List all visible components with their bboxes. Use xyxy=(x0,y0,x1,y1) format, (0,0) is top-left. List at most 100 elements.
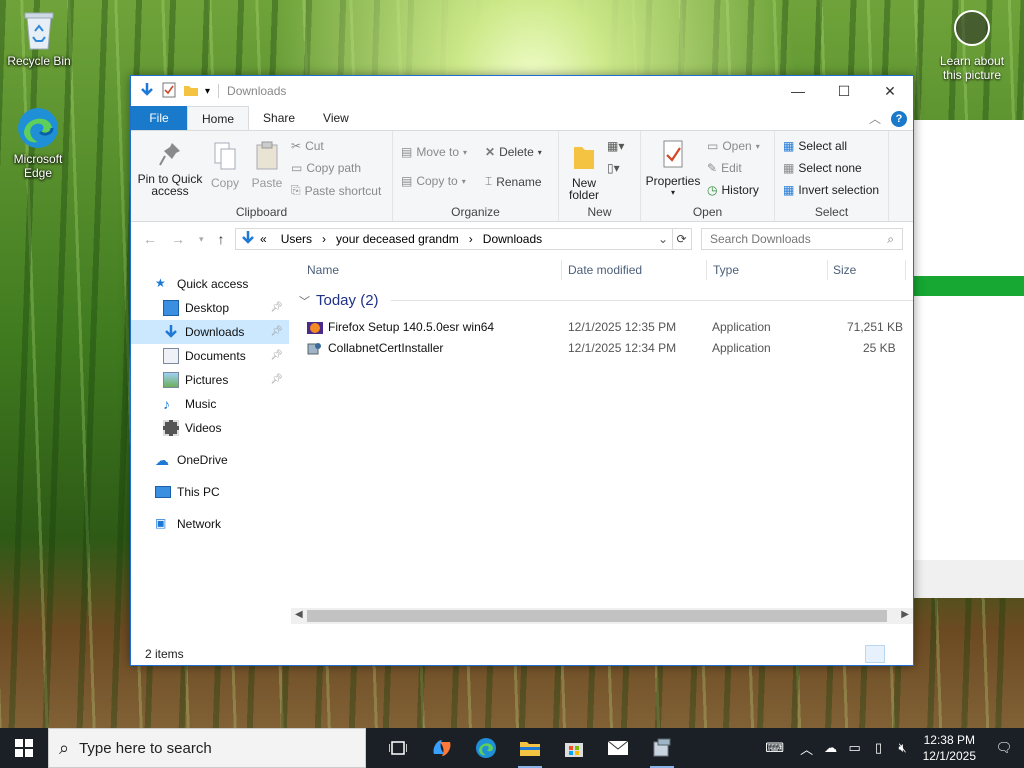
taskbar-search[interactable]: ⌕ Type here to search xyxy=(48,728,366,768)
new-item-button[interactable]: ▦▾ xyxy=(607,139,624,153)
open-group-label: Open xyxy=(692,205,723,219)
task-view-icon[interactable] xyxy=(376,728,420,768)
tab-share[interactable]: Share xyxy=(249,106,309,130)
close-icon[interactable]: ✕ xyxy=(867,76,913,106)
nav-videos[interactable]: Videos xyxy=(131,416,289,440)
file-explorer-window[interactable]: ▾ Downloads — ☐ ✕ File Home Share View ︿… xyxy=(130,75,914,666)
recycle-bin-desktop-icon[interactable]: Recycle Bin xyxy=(3,8,75,68)
tab-home[interactable]: Home xyxy=(187,106,250,130)
nav-onedrive[interactable]: ☁ OneDrive xyxy=(131,448,289,472)
search-box[interactable]: Search Downloads ⌕ xyxy=(701,228,903,250)
qat-dropdown-icon[interactable]: ▾ xyxy=(205,86,210,97)
copy-path-button[interactable]: ▭ Copy path xyxy=(291,161,361,175)
select-all-icon: ▦ xyxy=(783,139,795,153)
delete-button[interactable]: ✕ Delete ▾ xyxy=(485,145,542,159)
network-tray-icon[interactable]: ▯ xyxy=(867,740,891,756)
horizontal-scrollbar[interactable]: ◀ ▶ xyxy=(291,608,913,624)
invert-selection-button[interactable]: ▦ Invert selection xyxy=(783,183,879,197)
column-size[interactable]: Size xyxy=(833,263,856,277)
scroll-right-icon[interactable]: ▶ xyxy=(901,609,909,620)
copilot-icon[interactable] xyxy=(420,728,464,768)
show-hidden-icons-icon[interactable]: ︿ xyxy=(795,739,819,758)
edit-button[interactable]: ✎ Edit xyxy=(707,161,742,175)
edge-desktop-icon[interactable]: Microsoft Edge xyxy=(2,106,74,180)
column-date-modified[interactable]: Date modified xyxy=(568,263,642,277)
new-folder-qat-icon[interactable] xyxy=(183,82,199,101)
select-all-button[interactable]: ▦ Select all xyxy=(783,139,847,153)
paste-label: Paste xyxy=(251,176,283,190)
paste-button[interactable]: Paste xyxy=(247,141,287,189)
group-header-today[interactable]: ﹀ Today (2) xyxy=(299,292,913,309)
nav-network[interactable]: ▣ Network xyxy=(131,512,289,536)
file-explorer-taskbar-icon[interactable] xyxy=(508,728,552,768)
select-none-button[interactable]: ▦ Select none xyxy=(783,161,862,175)
copy-button[interactable]: Copy xyxy=(205,141,245,189)
tab-file[interactable]: File xyxy=(131,106,187,130)
breadcrumb-downloads[interactable]: Downloads xyxy=(483,232,542,246)
cut-button[interactable]: ✂ Cut xyxy=(291,139,324,153)
pin-quick-access-button[interactable]: Pin to Quick access xyxy=(137,141,203,197)
breadcrumb-users[interactable]: Users xyxy=(281,232,312,246)
nav-documents[interactable]: Documents 📌︎ xyxy=(131,344,289,368)
properties-dropdown-icon: ▾ xyxy=(670,188,675,197)
copy-to-button[interactable]: ▤ Copy to ▾ xyxy=(401,174,466,188)
volume-muted-icon[interactable]: 🔇︎ xyxy=(891,740,915,756)
rename-button[interactable]: ⌶ Rename xyxy=(485,174,542,189)
paste-shortcut-button[interactable]: ⎘ Paste shortcut xyxy=(291,183,381,198)
nav-desktop[interactable]: Desktop 📌︎ xyxy=(131,296,289,320)
address-bar[interactable]: « Users › your deceased grandm › Downloa… xyxy=(235,228,673,250)
desktop-folder-icon xyxy=(163,300,179,316)
recent-dropdown-icon[interactable]: ▾ xyxy=(199,234,204,247)
nav-downloads[interactable]: Downloads 📌︎ xyxy=(131,320,289,344)
file-row[interactable]: CollabnetCertInstaller 12/1/2025 12:34 P… xyxy=(307,338,907,359)
history-button[interactable]: ◷ History xyxy=(707,183,759,197)
scrollbar-thumb[interactable] xyxy=(307,610,887,622)
start-button[interactable] xyxy=(0,728,48,768)
properties-qat-icon[interactable] xyxy=(161,82,177,101)
meet-now-icon[interactable]: ▭ xyxy=(843,740,867,756)
breadcrumb-overflow[interactable]: « xyxy=(260,232,267,246)
details-view-icon[interactable] xyxy=(865,645,885,663)
tab-view[interactable]: View xyxy=(309,106,363,130)
back-arrow-icon[interactable]: ← xyxy=(143,231,157,247)
onedrive-tray-icon[interactable]: ☁ xyxy=(819,740,843,756)
nav-music[interactable]: ♪ Music xyxy=(131,392,289,416)
nav-this-pc[interactable]: This PC xyxy=(131,480,289,504)
open-button[interactable]: ▭ Open ▾ xyxy=(707,139,760,153)
refresh-icon[interactable]: ⟳ xyxy=(672,228,692,250)
help-icon[interactable]: ? xyxy=(891,110,907,127)
properties-button[interactable]: Properties ▾ xyxy=(645,139,701,199)
move-to-icon: ▤ xyxy=(401,145,413,159)
title-bar[interactable]: ▾ Downloads — ☐ ✕ xyxy=(131,76,913,106)
easy-access-button[interactable]: ▯▾ xyxy=(607,161,620,175)
breadcrumb-user-folder[interactable]: your deceased grandm xyxy=(336,232,459,246)
minimize-icon[interactable]: — xyxy=(775,76,821,106)
notifications-icon[interactable]: 🗨︎ xyxy=(984,740,1024,756)
file-row[interactable]: Firefox Setup 140.5.0esr win64 12/1/2025… xyxy=(307,317,907,338)
learn-about-picture[interactable]: Learn about this picture xyxy=(932,10,1012,82)
up-arrow-icon[interactable]: ↑ xyxy=(218,231,225,247)
window-title: Downloads xyxy=(218,84,286,98)
column-name[interactable]: Name xyxy=(307,263,339,277)
move-to-button[interactable]: ▤ Move to ▾ xyxy=(401,145,467,159)
address-dropdown-icon[interactable]: ⌄ xyxy=(658,232,668,246)
large-icons-view-icon[interactable] xyxy=(887,645,907,663)
microsoft-store-icon[interactable] xyxy=(552,728,596,768)
keyboard-icon[interactable]: ⌨ xyxy=(755,740,795,756)
forward-arrow-icon[interactable]: → xyxy=(171,231,185,247)
nav-quick-access[interactable]: ★ Quick access xyxy=(131,272,289,296)
nav-desktop-label: Desktop xyxy=(185,301,230,315)
new-folder-button[interactable]: New folder xyxy=(565,141,603,201)
mail-icon[interactable] xyxy=(596,728,640,768)
pin-icon: 📌︎ xyxy=(270,326,283,337)
edge-taskbar-icon[interactable] xyxy=(464,728,508,768)
maximize-icon[interactable]: ☐ xyxy=(821,76,867,106)
invert-selection-label: Invert selection xyxy=(798,183,880,197)
collapse-ribbon-icon[interactable]: ︿ xyxy=(869,110,881,127)
scroll-left-icon[interactable]: ◀ xyxy=(295,609,303,620)
installer-taskbar-icon[interactable] xyxy=(640,728,684,768)
clock[interactable]: 12:38 PM 12/1/2025 xyxy=(915,732,984,764)
nav-pictures[interactable]: Pictures 📌︎ xyxy=(131,368,289,392)
background-window[interactable] xyxy=(914,120,1024,598)
column-type[interactable]: Type xyxy=(713,263,739,277)
